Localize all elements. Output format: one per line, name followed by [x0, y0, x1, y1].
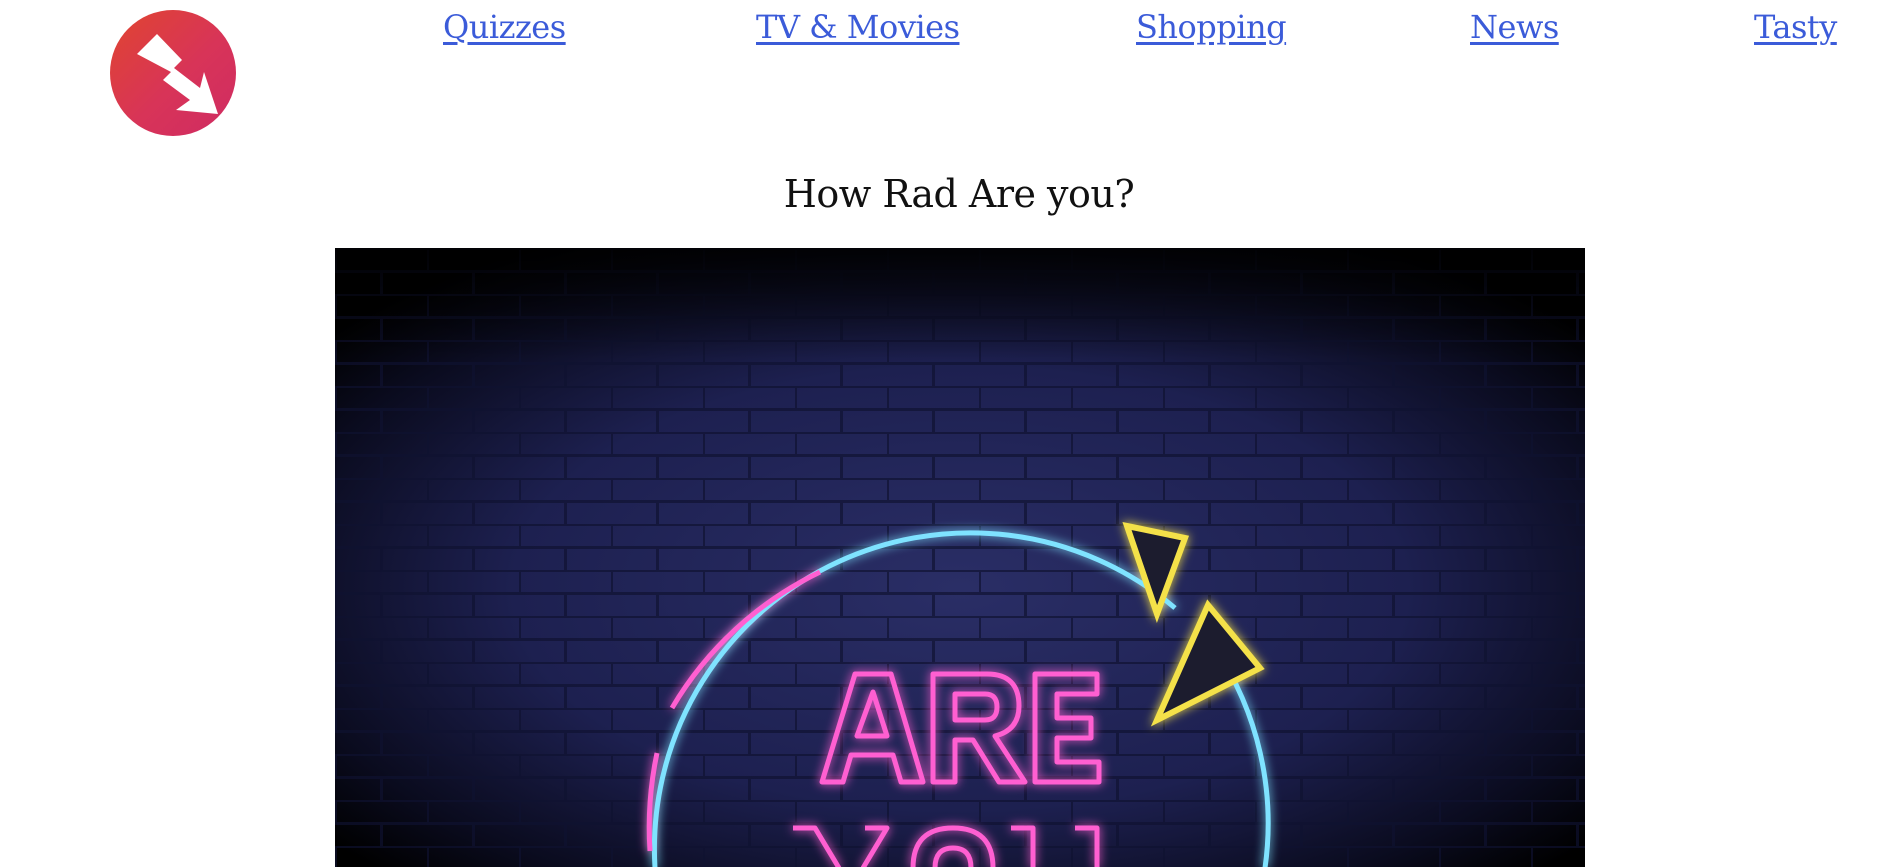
nav-link-tv-movies[interactable]: TV & Movies: [756, 8, 960, 46]
neon-sign-image: [335, 248, 1585, 867]
nav-link-quizzes[interactable]: Quizzes: [443, 8, 566, 46]
buzzfeed-arrow-logo-icon: [137, 34, 218, 114]
nav-link-news[interactable]: News: [1470, 8, 1559, 46]
quiz-title: How Rad Are you?: [783, 172, 1135, 216]
site-logo[interactable]: [110, 10, 236, 136]
nav-link-tasty[interactable]: Tasty: [1754, 8, 1837, 46]
page: Quizzes TV & Movies Shopping News Tasty …: [0, 0, 1898, 867]
hero-image: [335, 248, 1585, 867]
nav-link-shopping[interactable]: Shopping: [1136, 8, 1287, 46]
